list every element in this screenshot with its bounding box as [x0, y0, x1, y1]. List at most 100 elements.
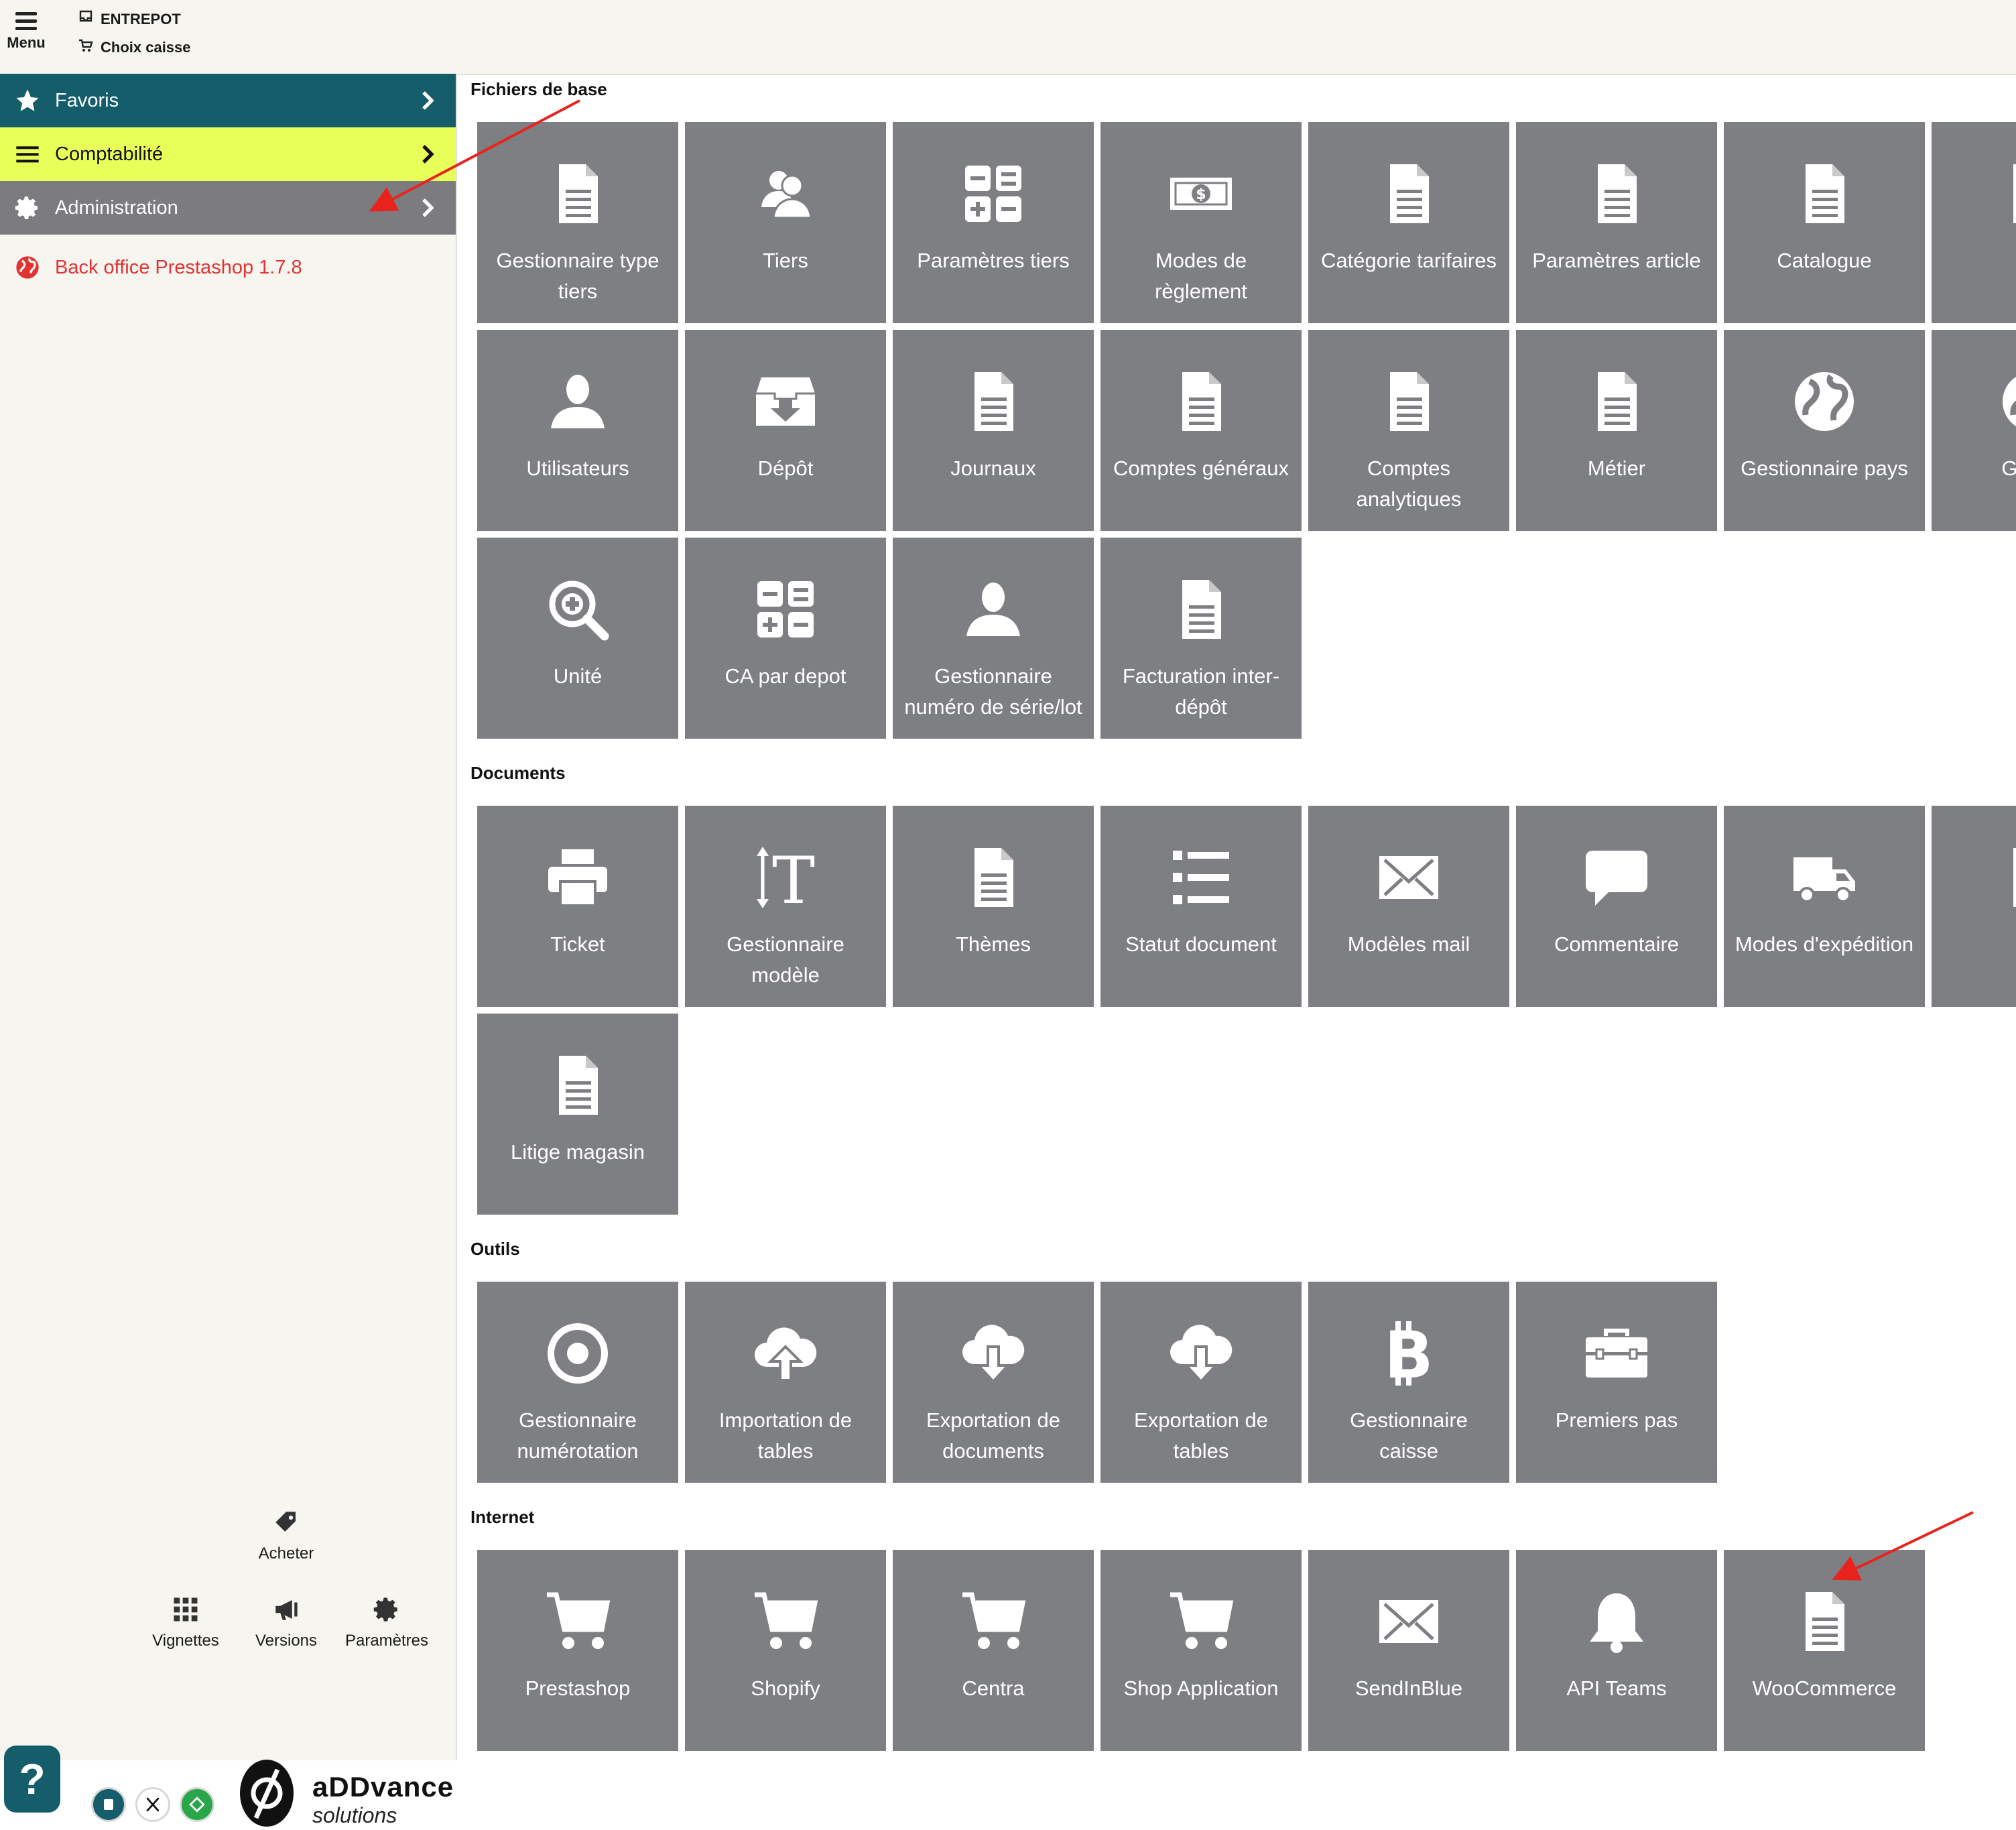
cart-icon	[541, 1585, 615, 1658]
tile-label: Modes d'expédition	[1735, 932, 1914, 956]
tile-comptes-generaux[interactable]: Comptes généraux	[1100, 330, 1302, 531]
tile-gestionnaire-caisse[interactable]: B Gestionnaire caisse	[1308, 1282, 1509, 1483]
tile-catalogue[interactable]: Catalogue	[1724, 122, 1925, 323]
document-icon	[1580, 157, 1653, 231]
list-icon	[0, 141, 55, 168]
tile-label: Centra	[962, 1676, 1025, 1700]
tile-parametres-tiers[interactable]: Paramètres tiers	[893, 122, 1094, 323]
tile-fa[interactable]: Fa	[1932, 122, 2016, 323]
tile-ca-par-depot[interactable]: CA par depot	[685, 538, 886, 739]
tile-label: API Teams	[1566, 1676, 1667, 1700]
tile-label: Statut document	[1125, 932, 1277, 956]
document-icon	[956, 841, 1030, 914]
versions-button[interactable]: Versions	[236, 1595, 336, 1650]
user-icon	[541, 365, 615, 438]
tiles-label: Vignettes	[152, 1632, 219, 1650]
tile-parametres-article[interactable]: Paramètres article	[1516, 122, 1717, 323]
sidebar-item-backoffice-prestashop[interactable]: Back office Prestashop 1.7.8	[0, 237, 456, 298]
tile-shop-application[interactable]: Shop Application	[1100, 1550, 1302, 1751]
tile-label: Exportation de tables	[1134, 1408, 1268, 1463]
tile-exportation-de-tables[interactable]: Exportation de tables	[1100, 1282, 1302, 1483]
tile-exportation-de-documents[interactable]: Exportation de documents	[893, 1282, 1094, 1483]
tile-label: Gestionnaire caisse	[1350, 1408, 1468, 1463]
register-selector[interactable]: Choix caisse	[78, 38, 191, 58]
social-link-x[interactable]	[135, 1787, 170, 1822]
tile-label: Gestionnaire numérotation	[517, 1408, 639, 1463]
sidebar-item-favoris[interactable]: Favoris	[0, 74, 456, 127]
tile-modes-d-expedition[interactable]: Modes d'expédition	[1724, 806, 1925, 1007]
social-link-1[interactable]	[91, 1787, 126, 1822]
svg-text:$: $	[1196, 186, 1206, 203]
tile-premiers-pas[interactable]: Premiers pas	[1516, 1282, 1717, 1483]
top-bar: Menu ENTREPOT Choix caisse	[0, 0, 2016, 75]
tile-depot[interactable]: Dépôt	[685, 330, 886, 531]
tile-label: Utilisateurs	[526, 456, 629, 480]
tile-statut-document[interactable]: Statut document	[1100, 806, 1302, 1007]
tile-importation-de-tables[interactable]: Importation de tables	[685, 1282, 886, 1483]
tile-categorie-tarifaires[interactable]: Catégorie tarifaires	[1308, 122, 1509, 323]
section-title-fichiers-de-base: Fichiers de base	[470, 79, 607, 99]
main-content: Fichiers de base Gestionnaire type tiers…	[458, 74, 2016, 1760]
tile-journaux[interactable]: Journaux	[893, 330, 1094, 531]
tile-ticket[interactable]: Ticket	[477, 806, 678, 1007]
document-icon	[1787, 157, 1861, 231]
menu-button[interactable]: Menu	[4, 8, 48, 64]
tile-woocommerce[interactable]: WooCommerce	[1724, 1550, 1925, 1751]
settings-button[interactable]: Paramètres	[336, 1595, 437, 1650]
tile-gestionnaire-pays[interactable]: Gestionnaire pays	[1724, 330, 1925, 531]
tile-modeles-mail[interactable]: Modèles mail	[1308, 806, 1509, 1007]
sidebar-item-administration[interactable]: Administration	[0, 181, 456, 235]
tile-label: Unité	[553, 664, 603, 688]
menu-label: Menu	[7, 34, 46, 51]
tile-centra[interactable]: Centra	[893, 1550, 1094, 1751]
help-button[interactable]: ?	[4, 1746, 60, 1813]
tile-themes[interactable]: Thèmes	[893, 806, 1094, 1007]
tile-label: Gestionnaire pays	[1741, 456, 1908, 480]
tile-label: Gest d	[2001, 456, 2016, 480]
tile-grid-internet: Prestashop Shopify Centra Shop Application S…	[477, 1550, 2016, 1751]
toolbox-icon	[1580, 1317, 1653, 1390]
tile-commentaire[interactable]: Commentaire	[1516, 806, 1717, 1007]
tile-sendinblue[interactable]: SendInBlue	[1308, 1550, 1509, 1751]
x-logo-icon	[146, 1797, 160, 1812]
tile-gest-d[interactable]: Gest d	[1932, 330, 2016, 531]
tile-api-teams[interactable]: API Teams	[1516, 1550, 1717, 1751]
tile-prestashop[interactable]: Prestashop	[477, 1550, 678, 1751]
tile-gestionnaire-numero-de-serie-lot[interactable]: Gestionnaire numéro de série/lot	[893, 538, 1094, 739]
tile-shopify[interactable]: Shopify	[685, 1550, 886, 1751]
tile-label: WooCommerce	[1752, 1676, 1897, 1700]
tag-icon	[275, 1512, 296, 1532]
tile-label: Métier	[1587, 456, 1646, 480]
tile-utilisateurs[interactable]: Utilisateurs	[477, 330, 678, 531]
tiles-view-button[interactable]: Vignettes	[135, 1595, 236, 1650]
tile-metier[interactable]: Métier	[1516, 330, 1717, 531]
tile-label: Shop Application	[1123, 1676, 1279, 1700]
chevron-right-icon	[422, 198, 434, 217]
document-icon	[1164, 365, 1238, 438]
addvance-logo-icon	[240, 1760, 294, 1827]
tile-pr[interactable]: Pr	[1932, 806, 2016, 1007]
tile-gestionnaire-numerotation[interactable]: Gestionnaire numérotation	[477, 1282, 678, 1483]
cart-icon	[956, 1585, 1030, 1658]
users-icon	[749, 157, 822, 231]
tile-unite[interactable]: Unité	[477, 538, 678, 739]
money-icon: $	[1164, 157, 1238, 231]
document-icon	[1995, 841, 2016, 914]
tile-modes-de-reglement[interactable]: $ Modes de règlement	[1100, 122, 1302, 323]
sidebar-item-comptabilite[interactable]: Comptabilité	[0, 127, 456, 181]
gear-icon	[0, 194, 55, 221]
tile-gestionnaire-type-tiers[interactable]: Gestionnaire type tiers	[477, 122, 678, 323]
warehouse-selector[interactable]: ENTREPOT	[78, 9, 181, 29]
register-label: Choix caisse	[101, 39, 191, 56]
tile-label: Paramètres article	[1532, 249, 1701, 272]
buy-button[interactable]: Acheter	[236, 1508, 336, 1563]
tile-litige-magasin[interactable]: Litige magasin	[477, 1014, 678, 1215]
tile-facturation-inter-depot[interactable]: Facturation inter-dépôt	[1100, 538, 1302, 739]
tile-gestionnaire-modele[interactable]: T Gestionnaire modèle	[685, 806, 886, 1007]
text-height-icon: T	[749, 841, 822, 914]
target-icon	[541, 1317, 615, 1390]
tile-comptes-analytiques[interactable]: Comptes analytiques	[1308, 330, 1509, 531]
tile-tiers[interactable]: Tiers	[685, 122, 886, 323]
grid-icon	[174, 1597, 198, 1622]
social-link-3[interactable]	[180, 1787, 214, 1822]
